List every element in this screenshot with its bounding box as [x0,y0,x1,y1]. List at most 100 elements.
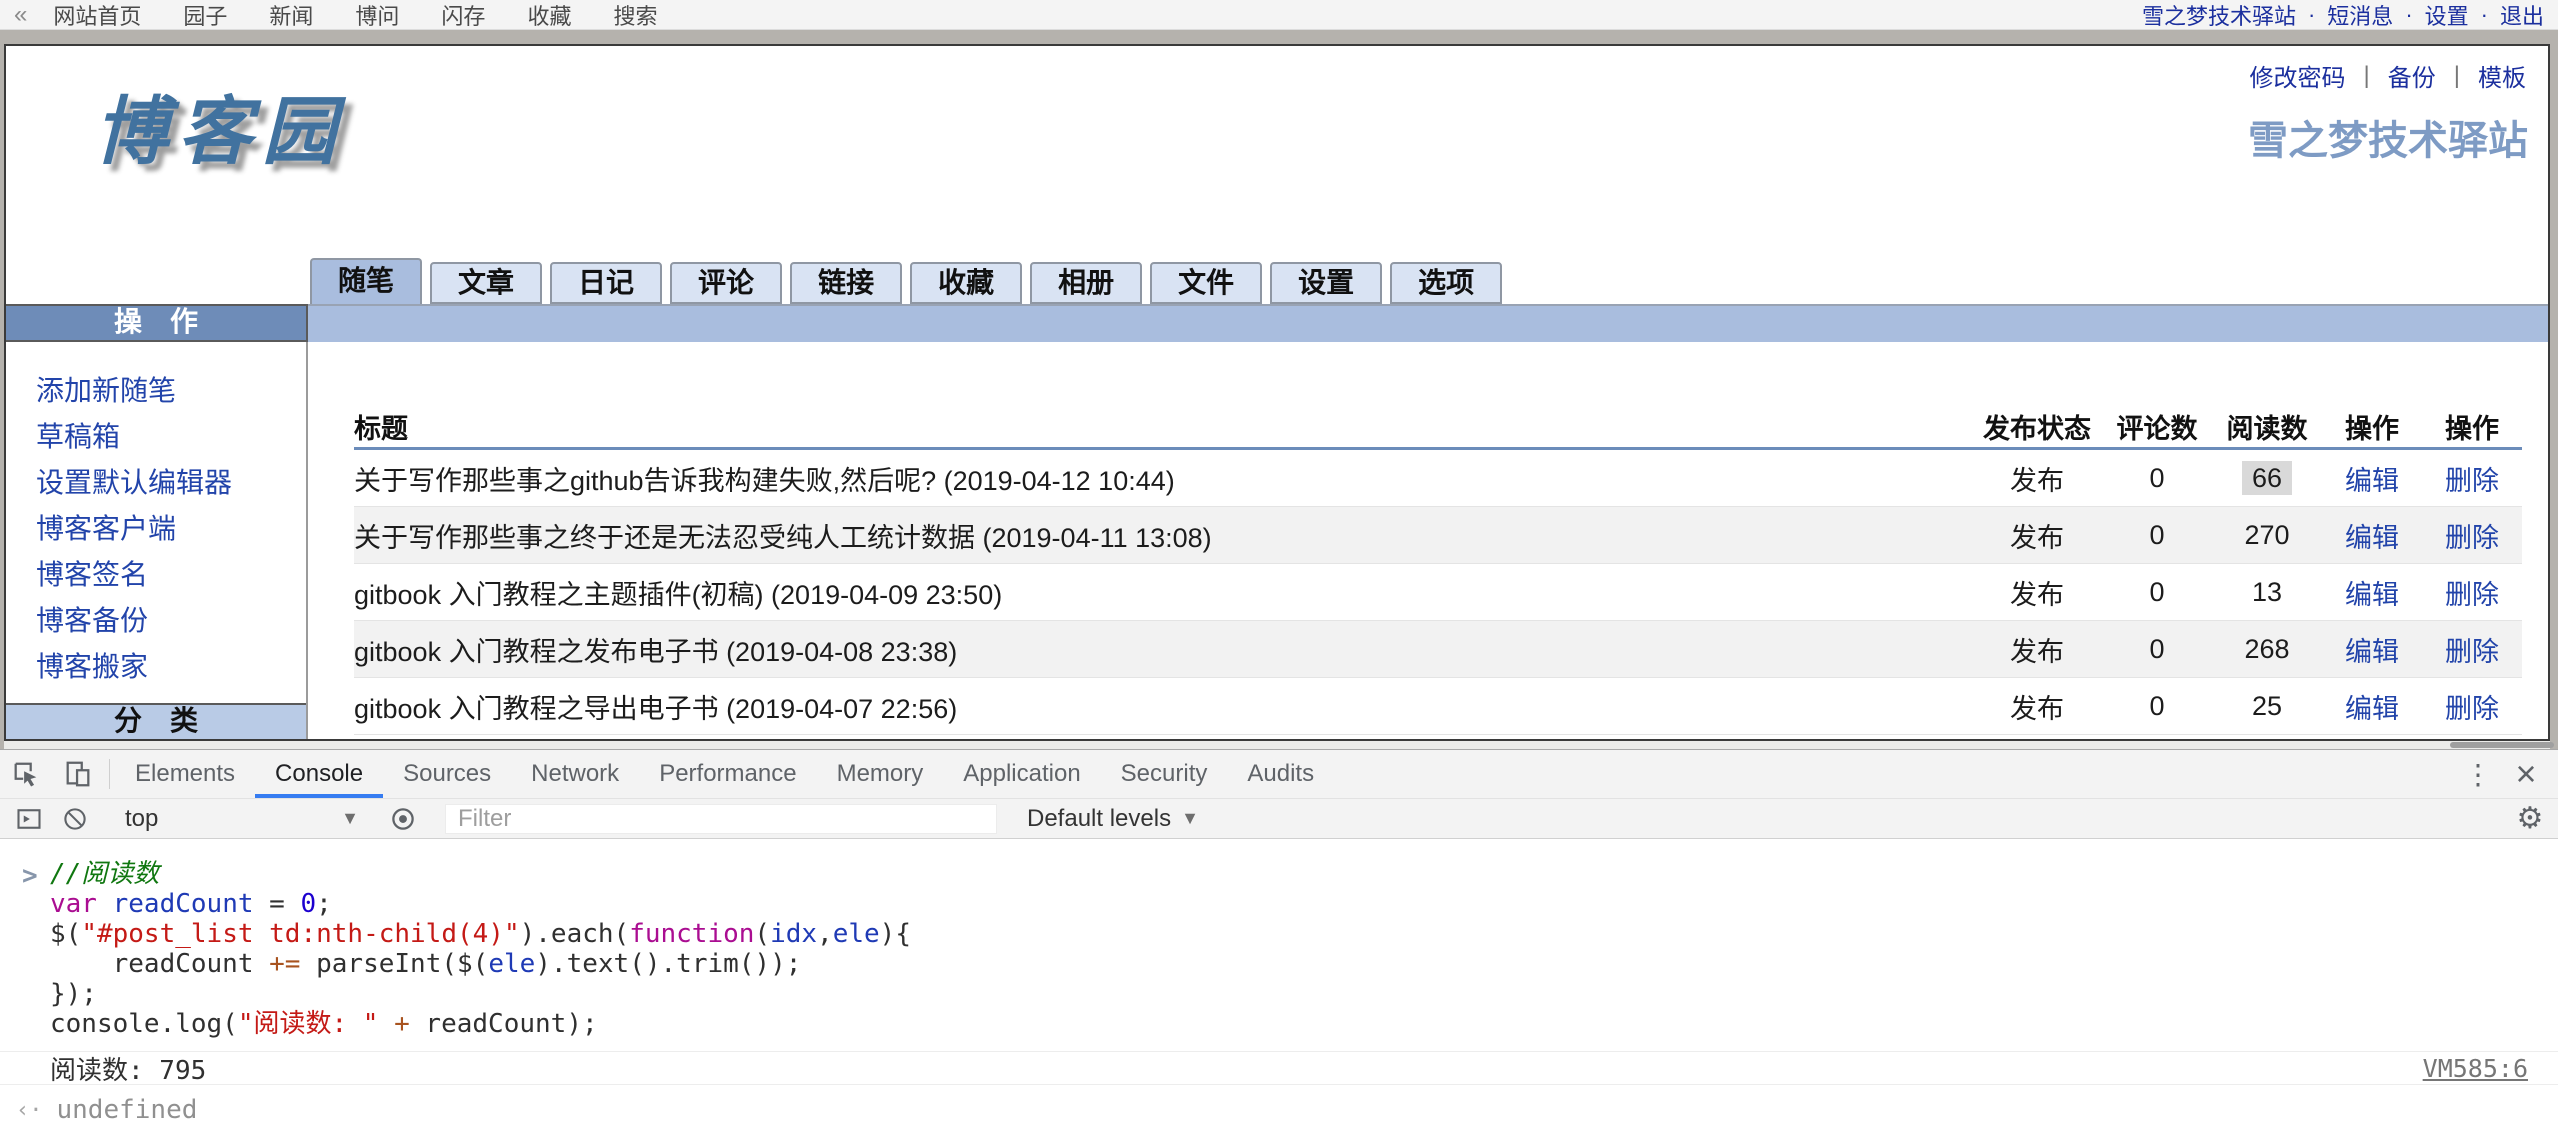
sidebar-link[interactable]: 设置默认编辑器 [36,460,306,506]
topbar-nav-link[interactable]: 博问 [355,0,399,31]
blog-tab[interactable]: 链接 [790,262,902,304]
blog-tab[interactable]: 收藏 [910,262,1022,304]
topbar-nav-link[interactable]: 网站首页 [53,0,141,31]
admin-link[interactable]: 备份 [2388,58,2436,93]
sidebar-link[interactable]: 添加新随笔 [36,368,306,414]
blog-tab[interactable]: 随笔 [310,258,422,304]
column-header: 操作 [2322,407,2422,446]
edit-link[interactable]: 编辑 [2345,694,2399,724]
devtools-tab-performance[interactable]: Performance [639,750,816,798]
console-input-code[interactable]: //阅读数var readCount = 0;$("#post_list td:… [0,839,2558,1039]
code-token: readCount [50,949,269,979]
levels-label: Default levels [1027,805,1171,833]
separator-pipe: | [2364,62,2370,90]
collapse-icon[interactable]: « [14,1,27,29]
code-token: += [269,949,300,979]
code-token: parseInt($( [300,949,488,979]
post-row: gitbook 入门教程之导出电子书 (2019-04-07 22:56)发布0… [354,678,2522,735]
delete-cell: 删除 [2422,687,2522,726]
console-settings-gear-icon[interactable]: ⚙ [2502,801,2558,836]
edit-link[interactable]: 编辑 [2345,637,2399,667]
blog-tab[interactable]: 文件 [1150,262,1262,304]
console-filter-input[interactable] [445,804,997,834]
inspect-element-icon[interactable] [0,750,52,798]
scrollbar-thumb[interactable] [2450,742,2554,748]
sidebar-link[interactable]: 草稿箱 [36,414,306,460]
code-token: ( [754,919,770,949]
console-source-link[interactable]: VM585:6 [2423,1054,2528,1083]
code-token: idx [770,919,817,949]
comment-count: 0 [2102,634,2212,665]
blog-tab[interactable]: 相册 [1030,262,1142,304]
devtools-tab-network[interactable]: Network [511,750,639,798]
execution-context-select[interactable]: top ▼ [109,805,369,833]
read-count: 66 [2212,463,2322,494]
blog-tab[interactable]: 选项 [1390,262,1502,304]
read-count: 13 [2212,577,2322,608]
devtools-tabbar: ElementsConsoleSourcesNetworkPerformance… [0,750,2558,798]
topbar-user-link[interactable]: 设置 [2425,0,2469,31]
devtools-tab-application[interactable]: Application [943,750,1100,798]
edit-link[interactable]: 编辑 [2345,580,2399,610]
delete-link[interactable]: 删除 [2445,523,2499,553]
sidebar-link[interactable]: 博客客户端 [36,506,306,552]
admin-link[interactable]: 修改密码 [2250,58,2346,93]
code-token [378,1009,394,1039]
code-token: ).text().trim()); [535,949,801,979]
devtools-tab-sources[interactable]: Sources [383,750,511,798]
topbar-user-link[interactable]: 雪之梦技术驿站 [2142,0,2296,31]
sidebar-link[interactable]: 博客备份 [36,598,306,644]
devtools-tab-security[interactable]: Security [1101,750,1228,798]
delete-cell: 删除 [2422,630,2522,669]
devtools-tab-memory[interactable]: Memory [817,750,944,798]
more-options-icon[interactable]: ⋮ [2454,758,2502,791]
devtools-tab-console[interactable]: Console [255,750,383,798]
topbar-nav-link[interactable]: 收藏 [527,0,571,31]
device-toolbar-icon[interactable] [52,750,104,798]
console-prompt-chevron: > [22,861,38,891]
code-token: + [394,1009,410,1039]
cnblogs-logo[interactable]: 博客园 [94,72,346,179]
blog-tab[interactable]: 评论 [670,262,782,304]
blog-tab[interactable]: 设置 [1270,262,1382,304]
comment-count: 0 [2102,463,2212,494]
topbar-nav-link[interactable]: 闪存 [441,0,485,31]
separator-dot: · [2481,2,2488,28]
clear-console-icon[interactable] [52,805,98,833]
topbar-nav-link[interactable]: 搜索 [613,0,657,31]
read-count-value: 268 [2244,634,2289,664]
devtools-tab-audits[interactable]: Audits [1227,750,1334,798]
log-levels-select[interactable]: Default levels ▼ [1027,805,1199,833]
topbar-user-link[interactable]: 短消息 [2327,0,2393,31]
topbar-nav-link[interactable]: 园子 [183,0,227,31]
ops-band-title: 操 作 [6,304,308,342]
delete-link[interactable]: 删除 [2445,637,2499,667]
post-list-area: 标题发布状态评论数阅读数操作操作 关于写作那些事之github告诉我构建失败,然… [308,342,2548,739]
admin-link[interactable]: 模板 [2478,58,2526,93]
code-line: console.log("阅读数: " + readCount); [50,1009,2558,1039]
sidebar-link[interactable]: 博客搬家 [36,644,306,690]
post-table-header: 标题发布状态评论数阅读数操作操作 [354,406,2522,450]
horizontal-scrollbar[interactable] [4,741,2550,749]
edit-link[interactable]: 编辑 [2345,523,2399,553]
code-token: ){ [880,919,911,949]
live-expression-eye-icon[interactable] [380,805,426,833]
blog-tab[interactable]: 文章 [430,262,542,304]
topbar-user-link[interactable]: 退出 [2500,0,2544,31]
sidebar-link[interactable]: 博客签名 [36,552,306,598]
devtools-tab-elements[interactable]: Elements [115,750,255,798]
post-status: 发布 [1972,687,2102,726]
delete-cell: 删除 [2422,516,2522,555]
close-devtools-icon[interactable]: × [2502,753,2550,795]
code-token: console.log( [50,1009,238,1039]
edit-link[interactable]: 编辑 [2345,466,2399,496]
blog-tab[interactable]: 日记 [550,262,662,304]
code-token [97,889,113,919]
code-token: "阅读数: " [238,1009,379,1039]
sidebar: 添加新随笔草稿箱设置默认编辑器博客客户端博客签名博客备份博客搬家分 类 [6,342,308,739]
delete-link[interactable]: 删除 [2445,580,2499,610]
delete-link[interactable]: 删除 [2445,466,2499,496]
console-sidebar-icon[interactable] [6,805,52,833]
delete-link[interactable]: 删除 [2445,694,2499,724]
topbar-nav-link[interactable]: 新闻 [269,0,313,31]
